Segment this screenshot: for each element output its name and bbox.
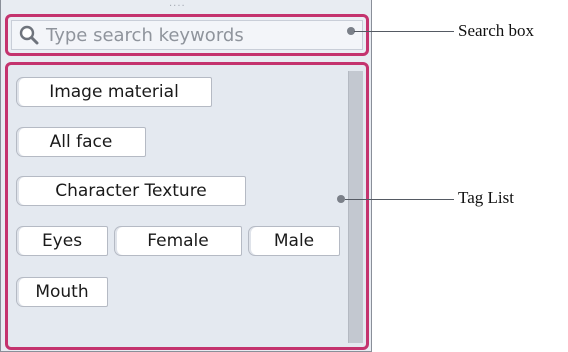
tag-character-texture[interactable]: Character Texture	[16, 176, 246, 206]
tag-list-scrollbar[interactable]	[348, 71, 363, 343]
search-box-callout-line	[354, 31, 454, 32]
tag-female[interactable]: Female	[114, 226, 242, 256]
tag-mouth[interactable]: Mouth	[16, 277, 108, 307]
tag-image-material[interactable]: Image material	[16, 77, 212, 107]
tag-male[interactable]: Male	[248, 226, 340, 256]
search-placeholder: Type search keywords	[46, 24, 244, 46]
tag-list: Image material All face Character Textur…	[5, 62, 369, 350]
tag-list-callout-line	[345, 199, 454, 200]
search-input[interactable]: Type search keywords	[11, 20, 363, 50]
search-box-highlight: Type search keywords	[5, 14, 369, 56]
panel-grip[interactable]: ....	[169, 0, 186, 9]
search-icon	[18, 24, 40, 46]
tag-list-callout-dot	[337, 195, 345, 203]
tag-eyes[interactable]: Eyes	[16, 226, 108, 256]
search-box-callout-label: Search box	[458, 21, 535, 40]
tag-all-face[interactable]: All face	[16, 127, 146, 157]
tag-search-panel: .... Type search keywords Image material…	[0, 0, 372, 352]
tag-list-callout-label: Tag List	[458, 188, 514, 207]
